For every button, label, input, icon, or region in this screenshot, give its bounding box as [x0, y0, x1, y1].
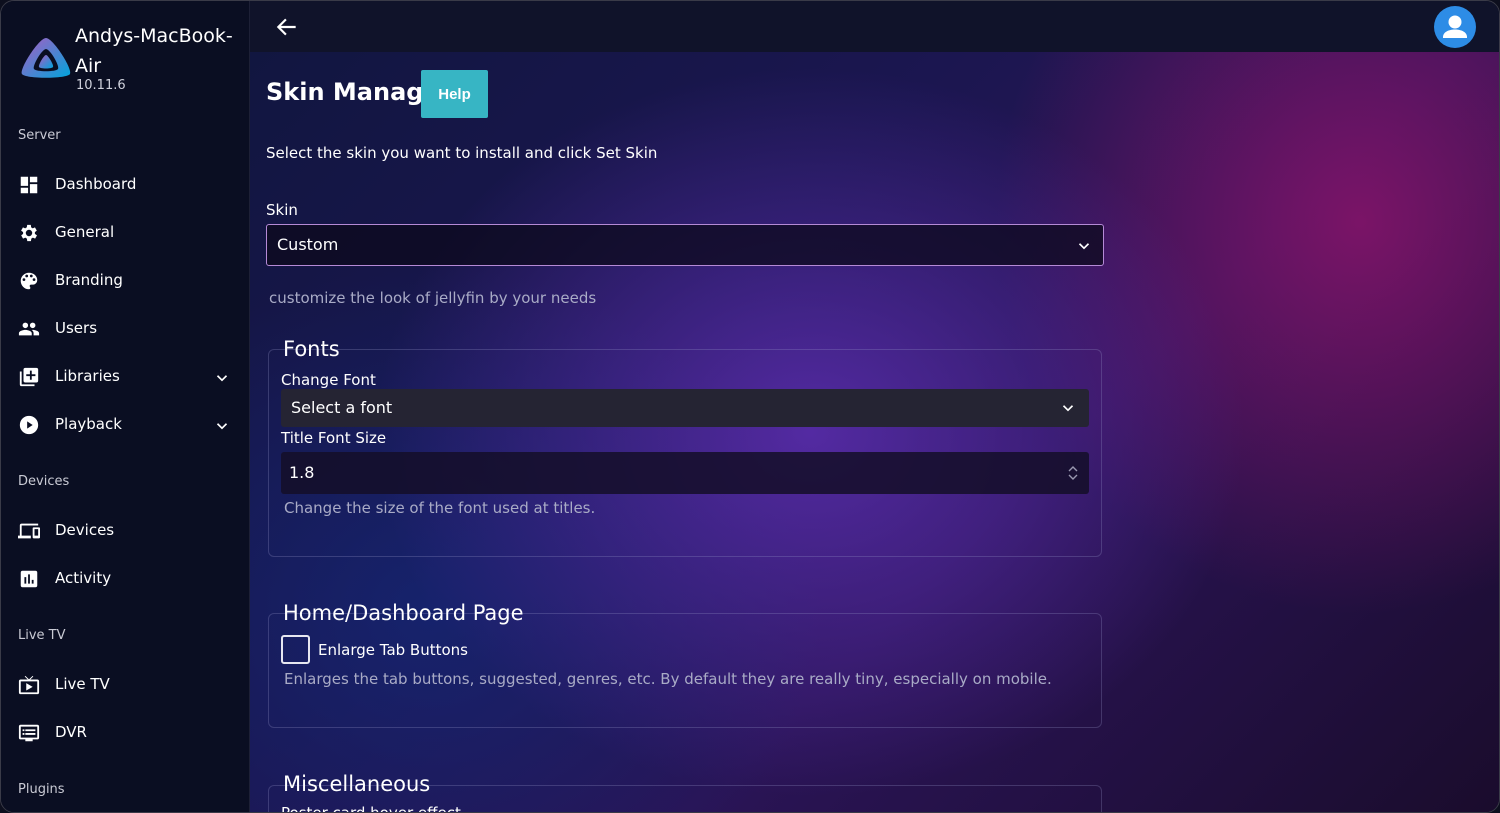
title-font-size-hint: Change the size of the font used at titl… [284, 499, 596, 517]
skin-select-value: Custom [277, 235, 339, 254]
sidebar-item-dashboard[interactable]: Dashboard [1, 163, 250, 207]
sidebar-item-label: Activity [55, 569, 112, 587]
sidebar-item-devices[interactable]: Devices [1, 509, 250, 553]
sidebar-item-label: DVR [55, 723, 87, 741]
library-add-icon [19, 367, 39, 387]
chevron-down-icon [1062, 405, 1074, 412]
sidebar-item-dvr[interactable]: DVR [1, 711, 250, 755]
change-font-label: Change Font [281, 371, 376, 389]
user-avatar-icon [1443, 15, 1467, 38]
sidebar-item-label: Live TV [55, 675, 110, 693]
gear-icon [21, 224, 37, 242]
section-label-server: Server [18, 128, 61, 143]
font-select[interactable]: Select a font [281, 389, 1089, 427]
enlarge-tab-buttons-label[interactable]: Enlarge Tab Buttons [318, 641, 468, 659]
sidebar-item-label: Branding [55, 271, 123, 289]
main-content: Skin Manager Help Select the skin you wa… [250, 52, 1499, 813]
help-button[interactable]: Help [421, 70, 488, 118]
enlarge-tab-buttons-hint: Enlarges the tab buttons, suggested, gen… [284, 670, 1052, 688]
sidebar-item-general[interactable]: General [1, 211, 250, 255]
sidebar-item-label: Devices [55, 521, 115, 539]
app-window: Andys-MacBook-Air 10.11.6 Server Dashboa… [0, 0, 1500, 813]
top-bar [250, 1, 1499, 52]
skin-label: Skin [266, 201, 298, 219]
sidebar-item-label: General [55, 223, 115, 241]
font-select-value: Select a font [291, 398, 393, 417]
title-font-size-label: Title Font Size [281, 429, 387, 447]
users-icon [18, 322, 40, 336]
home-dashboard-legend: Home/Dashboard Page [283, 601, 524, 625]
miscellaneous-legend: Miscellaneous [283, 772, 431, 796]
sidebar: Andys-MacBook-Air 10.11.6 Server Dashboa… [1, 1, 250, 812]
enlarge-tab-buttons-checkbox[interactable] [281, 635, 310, 664]
server-version: 10.11.6 [76, 78, 126, 93]
section-label-live-tv: Live TV [18, 628, 66, 643]
activity-chart-icon [20, 570, 38, 588]
sidebar-item-playback[interactable]: Playback [1, 403, 250, 447]
sidebar-item-users[interactable]: Users [1, 307, 250, 351]
dvr-icon [18, 724, 40, 742]
sidebar-item-live-tv[interactable]: Live TV [1, 663, 250, 707]
jellyfin-logo-icon [21, 38, 71, 78]
devices-icon [18, 523, 40, 539]
user-avatar-button[interactable] [1434, 6, 1476, 48]
chevron-down-icon[interactable] [213, 417, 231, 435]
live-tv-icon [18, 675, 40, 695]
skin-select[interactable]: Custom [266, 224, 1104, 266]
title-font-size-input[interactable]: 1.8 [281, 452, 1089, 494]
chevron-down-icon[interactable] [213, 369, 231, 387]
arrow-left-icon[interactable] [274, 14, 300, 40]
fonts-legend: Fonts [283, 337, 340, 361]
sidebar-item-activity[interactable]: Activity [1, 557, 250, 601]
palette-icon [20, 272, 38, 290]
sidebar-item-label: Dashboard [55, 175, 137, 193]
sidebar-item-label: Playback [55, 415, 122, 433]
sidebar-item-label: Users [55, 319, 98, 337]
play-circle-icon [19, 415, 39, 435]
section-label-plugins: Plugins [18, 782, 65, 797]
title-font-size-value: 1.8 [289, 463, 315, 482]
section-label-devices: Devices [18, 474, 70, 489]
sidebar-item-label: Libraries [55, 367, 120, 385]
spinner-arrows-icon[interactable] [1067, 463, 1079, 483]
poster-hover-label: Poster card hover effect [281, 804, 461, 813]
dashboard-icon [20, 176, 38, 194]
sidebar-item-libraries[interactable]: Libraries [1, 355, 250, 399]
intro-text: Select the skin you want to install and … [266, 144, 658, 162]
server-name: Andys-MacBook-Air [75, 25, 233, 77]
skin-hint: customize the look of jellyfin by your n… [269, 289, 597, 307]
sidebar-item-branding[interactable]: Branding [1, 259, 250, 303]
chevron-down-icon [1078, 243, 1090, 250]
server-brand[interactable]: Andys-MacBook-Air 10.11.6 [17, 19, 247, 99]
